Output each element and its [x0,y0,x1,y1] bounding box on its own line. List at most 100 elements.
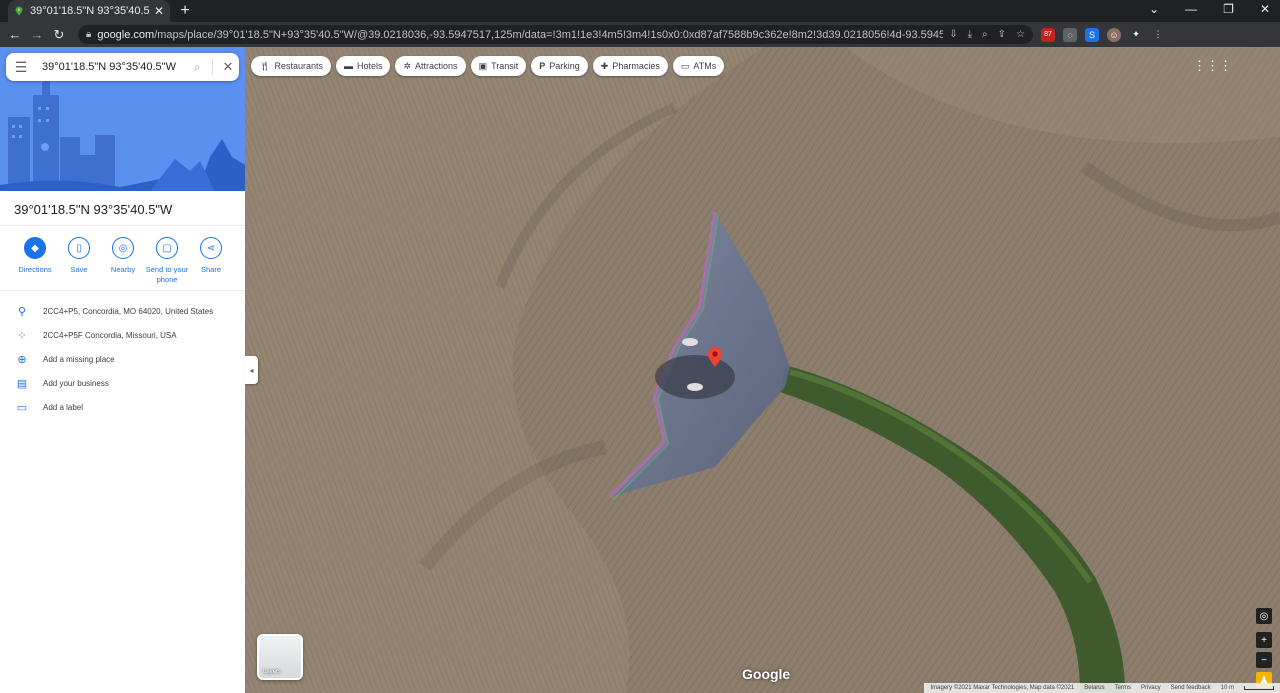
pharmacy-icon: ✚ [600,60,609,71]
country-link[interactable]: Belarus [1084,685,1104,691]
clear-search-icon[interactable]: ✕ [217,59,239,75]
plus-code-text: 2CC4+P5F Concordia, Missouri, USA [43,330,177,340]
bus-icon: ▣ [478,60,488,71]
forward-arrow-icon[interactable]: → [26,27,48,42]
bookmark-star-icon[interactable]: ☆ [1016,29,1025,40]
share-button[interactable]: ⋖ Share [189,237,233,285]
pharmacies-chip[interactable]: ✚ Pharmacies [592,56,668,76]
search-input[interactable] [36,61,186,73]
bookmark-icon: ▯ [68,237,90,259]
add-place-icon: ⊕ [17,353,27,366]
send-feedback-link[interactable]: Send feedback [1171,685,1211,691]
attractions-chip[interactable]: ✲ Attractions [395,56,466,76]
map-canvas[interactable]: 🍴︎ Restaurants ▬ Hotels ✲ Attractions ▣ Tran… [245,47,1280,693]
atm-icon: ▭ [680,60,690,71]
search-box: ☰ ⌕ ✕ [6,53,239,81]
send-to-phone-label: Send to your phone [146,265,189,285]
fork-knife-icon: 🍴︎ [259,60,271,71]
extension-s-icon[interactable]: S [1085,27,1099,42]
pharmacies-label: Pharmacies [612,61,660,71]
send-to-phone-button[interactable]: ▢ Send to your phone [145,237,189,285]
add-label-row[interactable]: ▭ Add a label [0,395,245,419]
place-side-panel: ☰ ⌕ ✕ 39°01'18.5"N 93°35'40.5"W ◆ Direct… [0,47,245,693]
extension-avatar-icon[interactable]: ☺ [1107,27,1121,42]
directions-icon: ◆ [24,237,46,259]
title-divider [0,225,245,226]
window-controls: ⌄ — ❐ ✕ [1149,2,1270,16]
browser-tab-bar: 39°01'18.5"N 93°35'40.5"W - Go ✕ + ⌄ — ❐… [0,0,1280,22]
omnibox-actions: ⇩ ⤓ ⌕ ⇪ ☆ [943,29,1025,40]
new-tab-button[interactable]: + [176,2,194,20]
search-icon[interactable]: ⌕ [186,60,208,75]
category-chips: 🍴︎ Restaurants ▬ Hotels ✲ Attractions ▣ Tran… [251,56,725,76]
window-close-button[interactable]: ✕ [1260,2,1270,16]
storefront-icon: ▤ [16,377,28,390]
extension-circle-icon[interactable]: ◌ [1063,27,1077,42]
save-label: Save [70,265,88,274]
extensions-puzzle-icon[interactable]: ✦ [1129,28,1143,42]
transit-chip[interactable]: ▣ Transit [470,56,527,76]
tab-close-icon[interactable]: ✕ [154,4,164,18]
extension-badge-icon[interactable]: 87 [1041,27,1055,42]
back-arrow-icon[interactable]: ← [4,27,26,42]
google-apps-icon[interactable]: ⋮⋮⋮ [1193,58,1232,74]
save-button[interactable]: ▯ Save [57,237,101,285]
add-business-row[interactable]: ▤ Add your business [0,371,245,395]
browser-menu-icon[interactable]: ⋮ [1151,28,1165,42]
url-path: /maps/place/39°01'18.5"N+93°35'40.5"W/@3… [154,28,944,41]
scale-bar [1244,686,1274,690]
restaurants-chip[interactable]: 🍴︎ Restaurants [251,56,331,76]
map-attribution-bar: Imagery ©2021 Maxar Technologies, Map da… [924,683,1280,693]
download-icon[interactable]: ⤓ [968,29,972,40]
place-title: 39°01'18.5"N 93°35'40.5"W [14,202,173,217]
privacy-link[interactable]: Privacy [1141,685,1161,691]
directions-button[interactable]: ◆ Directions [13,237,57,285]
phone-icon: ▢ [156,237,178,259]
address-bar[interactable]: 🔒︎ google.com/maps/place/39°01'18.5"N+93… [78,25,1033,44]
place-info-list: ⚲ 2CC4+P5, Concordia, MO 64020, United S… [0,299,245,419]
atms-chip[interactable]: ▭ ATMs [672,56,725,76]
minimize-button[interactable]: — [1185,2,1197,16]
layers-label: Layers [263,669,282,675]
satellite-imagery [245,47,1280,693]
hamburger-menu-icon[interactable]: ☰ [6,59,36,76]
send-label-line1: Send to your [145,265,189,274]
restore-button[interactable]: ❐ [1223,2,1234,16]
share-label: Share [200,265,221,274]
layers-button[interactable]: Layers [257,634,303,680]
zoom-icon[interactable]: ⌕ [982,29,988,40]
my-location-icon[interactable]: ◎ [1256,608,1272,624]
nearby-button[interactable]: ◎ Nearby [101,237,145,285]
search-divider [212,59,213,75]
imagery-attribution: Imagery ©2021 Maxar Technologies, Map da… [930,685,1075,691]
hotels-chip[interactable]: ▬ Hotels [335,56,391,76]
share-icon: ⋖ [200,237,222,259]
send-label-line2: phone [156,274,178,284]
place-actions: ◆ Directions ▯ Save ◎ Nearby ▢ Send to y… [0,237,245,285]
plus-code-row[interactable]: ⁘ 2CC4+P5F Concordia, Missouri, USA [0,323,245,347]
plus-code-icon: ⁘ [17,329,27,342]
nearby-icon: ◎ [112,237,134,259]
bed-icon: ▬ [343,61,353,71]
tab-title: 39°01'18.5"N 93°35'40.5"W - Go [30,5,150,17]
browser-toolbar: ← → ↻ 🔒︎ google.com/maps/place/39°01'18.… [0,22,1280,47]
add-missing-place-row[interactable]: ⊕ Add a missing place [0,347,245,371]
directions-label: Directions [18,265,52,274]
share-page-icon[interactable]: ⇪ [998,29,1006,40]
install-icon[interactable]: ⇩ [949,29,957,40]
parking-chip[interactable]: P Parking [531,56,588,76]
reload-icon[interactable]: ↻ [48,27,70,43]
address-row[interactable]: ⚲ 2CC4+P5, Concordia, MO 64020, United S… [0,299,245,323]
parking-label: Parking [549,61,580,71]
restaurants-label: Restaurants [274,61,323,71]
browser-tab[interactable]: 39°01'18.5"N 93°35'40.5"W - Go ✕ [8,0,170,22]
zoom-out-button[interactable]: − [1256,652,1272,668]
zoom-in-button[interactable]: + [1256,632,1272,648]
collapse-panel-button[interactable]: ◂ [245,356,258,384]
scale-label[interactable]: 10 m [1221,685,1234,691]
terms-link[interactable]: Terms [1115,685,1131,691]
tab-search-icon[interactable]: ⌄ [1149,2,1159,16]
map-controls: ◎ + − ♟ [1256,608,1272,690]
add-business-text: Add your business [43,378,109,388]
location-marker-icon[interactable] [708,347,722,367]
